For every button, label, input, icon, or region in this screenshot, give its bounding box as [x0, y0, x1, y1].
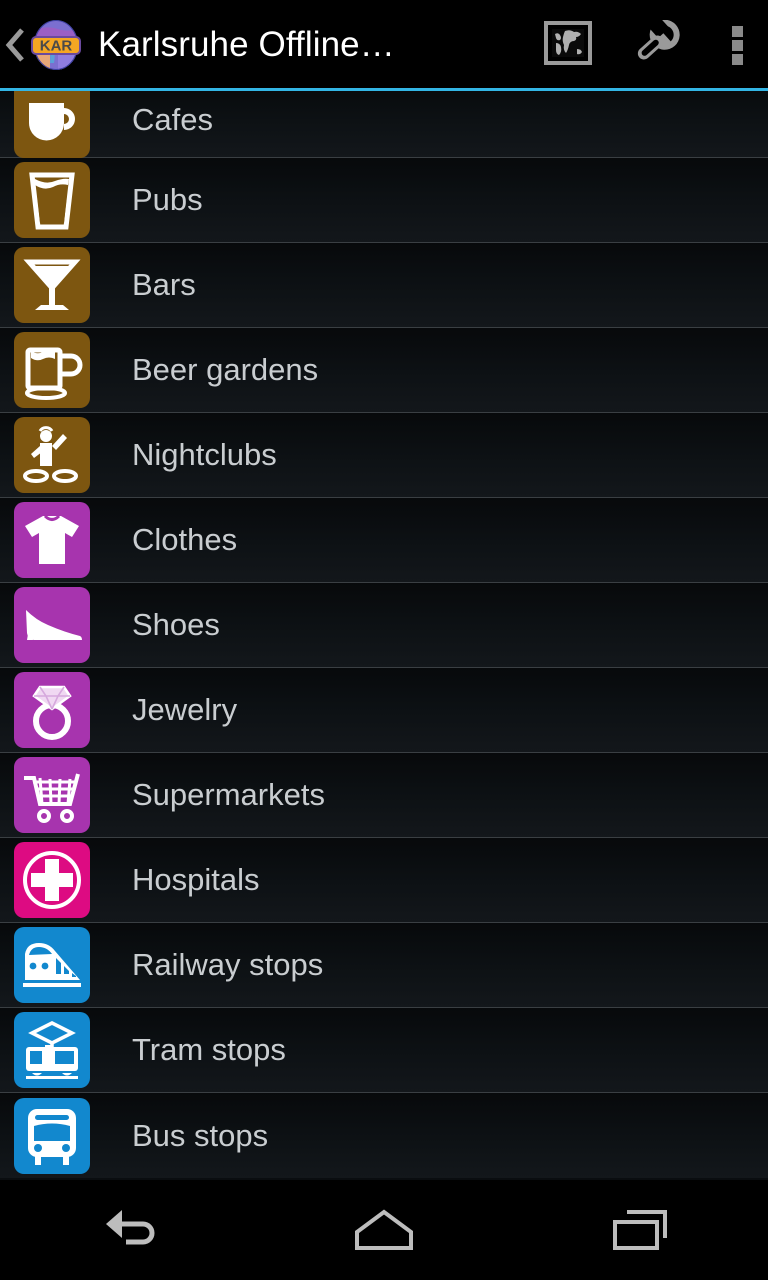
- list-item-label: Shoes: [132, 607, 220, 642]
- list-item[interactable]: Beer gardens: [0, 328, 768, 413]
- list-item[interactable]: Pubs: [0, 158, 768, 243]
- list-item[interactable]: Hospitals: [0, 838, 768, 923]
- app-globe-logo-icon[interactable]: KAR: [28, 17, 84, 73]
- list-item[interactable]: Bus stops: [0, 1093, 768, 1178]
- map-action-button[interactable]: [522, 0, 614, 90]
- tshirt-icon: [14, 502, 90, 578]
- tram-icon: [14, 1012, 90, 1088]
- diamond-ring-icon: [14, 672, 90, 748]
- list-item-label: Pubs: [132, 182, 203, 217]
- list-item[interactable]: Clothes: [0, 498, 768, 583]
- nav-recents-button[interactable]: [512, 1180, 768, 1280]
- list-item[interactable]: Cafes: [0, 91, 768, 158]
- recents-icon: [607, 1204, 673, 1256]
- list-item[interactable]: Jewelry: [0, 668, 768, 753]
- action-bar: KAR Karlsruhe Offline…: [0, 0, 768, 91]
- high-heel-shoe-icon: [14, 587, 90, 663]
- overflow-menu-button[interactable]: [706, 0, 768, 90]
- system-navigation-bar: [0, 1180, 768, 1280]
- list-item-label: Jewelry: [132, 692, 238, 727]
- list-item-label: Clothes: [132, 522, 238, 557]
- chevron-left-icon: [4, 27, 26, 63]
- coffee-cup-icon: [14, 91, 90, 158]
- medical-cross-icon: [14, 842, 90, 918]
- list-item[interactable]: Nightclubs: [0, 413, 768, 498]
- nav-back-button[interactable]: [0, 1180, 256, 1280]
- list-item-label: Railway stops: [132, 947, 324, 982]
- list-item[interactable]: Supermarkets: [0, 753, 768, 838]
- list-item[interactable]: Bars: [0, 243, 768, 328]
- list-item-label: Beer gardens: [132, 352, 319, 387]
- list-item-label: Nightclubs: [132, 437, 277, 472]
- back-arrow-icon: [96, 1202, 160, 1258]
- home-icon: [349, 1204, 419, 1256]
- svg-text:KAR: KAR: [40, 38, 73, 55]
- category-list[interactable]: Cafes Pubs Bars Beer gardens Nightclubs …: [0, 91, 768, 1180]
- wrench-icon: [633, 15, 687, 71]
- list-item-label: Tram stops: [132, 1032, 286, 1067]
- up-navigation-button[interactable]: [0, 0, 30, 90]
- list-item-label: Supermarkets: [132, 777, 325, 812]
- list-item-label: Cafes: [132, 101, 213, 137]
- app-screen: KAR Karlsruhe Offline… Cafes Pubs Bars B…: [0, 0, 768, 1280]
- list-item[interactable]: Shoes: [0, 583, 768, 668]
- nav-home-button[interactable]: [256, 1180, 512, 1280]
- overflow-menu-icon: [731, 23, 743, 68]
- beer-mug-icon: [14, 332, 90, 408]
- page-title: Karlsruhe Offline…: [98, 25, 395, 64]
- list-item-label: Hospitals: [132, 862, 260, 897]
- cocktail-glass-icon: [14, 247, 90, 323]
- list-item-label: Bus stops: [132, 1117, 269, 1153]
- bus-icon: [14, 1097, 90, 1174]
- list-item[interactable]: Railway stops: [0, 923, 768, 1008]
- beer-glass-icon: [14, 162, 90, 238]
- world-map-icon: [544, 20, 592, 70]
- list-item[interactable]: Tram stops: [0, 1008, 768, 1093]
- train-icon: [14, 927, 90, 1003]
- list-item-label: Bars: [132, 267, 196, 302]
- tools-action-button[interactable]: [614, 0, 706, 90]
- shopping-cart-icon: [14, 757, 90, 833]
- dj-turntable-icon: [14, 417, 90, 493]
